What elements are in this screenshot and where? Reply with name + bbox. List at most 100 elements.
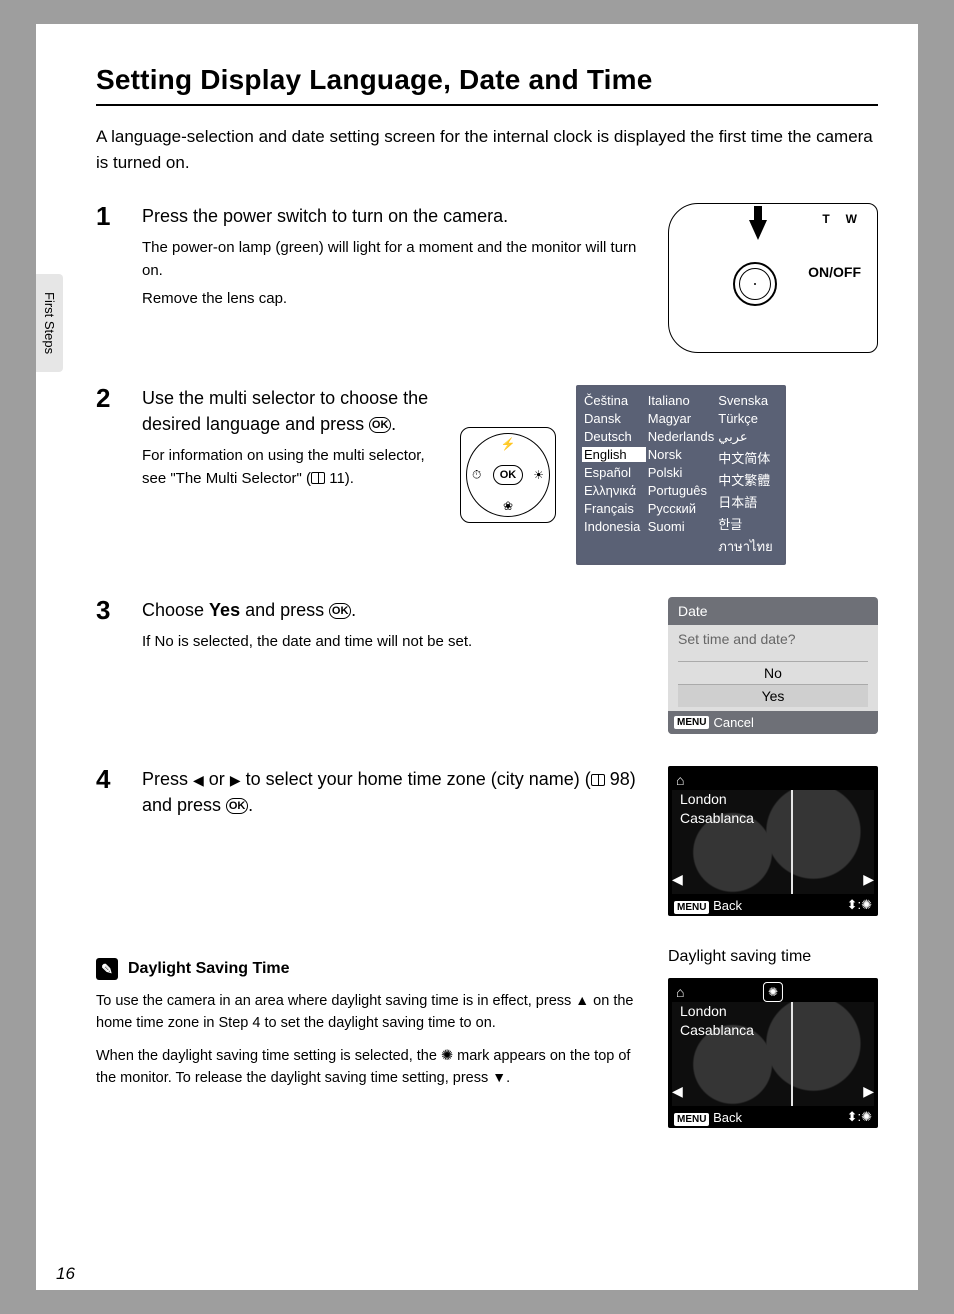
back-label: Back (713, 898, 742, 913)
right-arrow-icon: ▶ (863, 871, 874, 888)
timezone-screen-dst: ⌂ ✺ London Casablanca ◀ ▶ MENU Back ⬍:✺ (668, 978, 878, 1128)
multi-selector-diagram: ⚡ ❀ ⏱ ☀ (460, 427, 556, 523)
lang-item: Suomi (646, 519, 717, 534)
down-triangle-icon: ▼ (492, 1069, 506, 1085)
date-screen-question: Set time and date? (678, 631, 868, 647)
step-number: 4 (96, 766, 124, 792)
tz-city-labels: London Casablanca (680, 1002, 754, 1040)
text: . (391, 414, 396, 434)
text: . (506, 1070, 510, 1086)
lang-item: Español (582, 465, 646, 480)
manual-ref-icon (591, 774, 605, 786)
lang-item: 中文繁體 (716, 470, 780, 489)
home-icon: ⌂ (676, 984, 684, 1000)
back-label: Back (713, 1110, 742, 1125)
right-arrow-icon: ▶ (863, 1083, 874, 1100)
text: For information on using the multi selec… (142, 447, 425, 487)
text: If (142, 633, 155, 650)
ok-icon: OK (369, 417, 391, 433)
macro-icon: ❀ (503, 499, 513, 513)
self-timer-icon: ⏱ (472, 468, 481, 483)
text: Choose (142, 600, 209, 620)
step-3: 3 Choose Yes and press OK. If No is sele… (96, 597, 878, 734)
dst-toggle-hint-icon: ⬍:✺ (847, 1109, 872, 1125)
lang-item: Deutsch (582, 429, 646, 444)
step-1-title: Press the power switch to turn on the ca… (142, 203, 650, 229)
lang-item: Ελληνικά (582, 483, 646, 498)
dst-tip: ✎ Daylight Saving Time To use the camera… (96, 958, 650, 1090)
flash-icon: ⚡ (501, 437, 516, 451)
home-icon: ⌂ (676, 772, 684, 788)
ok-icon: OK (226, 798, 248, 814)
lang-item: Türkçe (716, 411, 780, 426)
ok-icon: OK (329, 603, 351, 619)
lang-item: Norsk (646, 447, 717, 462)
power-switch-diagram: T W ON/OFF (668, 203, 878, 353)
step-4: 4 Press ◀ or ▶ to select your home time … (96, 766, 878, 916)
language-col-1: Čeština Dansk Deutsch English Español Ελ… (582, 393, 646, 557)
lang-item: Русский (646, 501, 717, 516)
text: and press (240, 600, 329, 620)
step-number: 2 (96, 385, 124, 411)
tz-city-2: Casablanca (680, 809, 754, 828)
step-2: 2 Use the multi selector to choose the d… (96, 385, 878, 565)
date-option-no: No (678, 661, 868, 684)
left-arrow-icon: ◀ (672, 1083, 683, 1100)
menu-chip: MENU (674, 1113, 709, 1126)
text: Press (142, 769, 193, 789)
page-title: Setting Display Language, Date and Time (96, 64, 878, 106)
step-1: 1 Press the power switch to turn on the … (96, 203, 878, 353)
lang-item: Dansk (582, 411, 646, 426)
step-3-title: Choose Yes and press OK. (142, 597, 650, 623)
tip-paragraph-1: To use the camera in an area where dayli… (96, 990, 650, 1035)
step-1-detail-2: Remove the lens cap. (142, 288, 650, 311)
text-bold: No (155, 633, 174, 650)
side-tab: First Steps (36, 274, 63, 372)
lang-item: 한글 (716, 514, 780, 533)
tz-city-1: London (680, 1002, 754, 1021)
text: . (351, 600, 356, 620)
tip-paragraph-2: When the daylight saving time setting is… (96, 1045, 650, 1090)
step-number: 1 (96, 203, 124, 229)
zoom-t-label: T (822, 212, 829, 226)
tip-icon: ✎ (96, 958, 118, 980)
step-2-detail: For information on using the multi selec… (142, 445, 442, 490)
date-screen: Date Set time and date? No Yes MENU Canc… (668, 597, 878, 734)
tip-heading: Daylight Saving Time (128, 960, 290, 978)
date-option-yes: Yes (678, 684, 868, 707)
power-button-icon (733, 262, 777, 306)
text: To use the camera in an area where dayli… (96, 993, 575, 1009)
right-triangle-icon: ▶ (230, 772, 241, 788)
lang-item: عربي (716, 429, 780, 445)
menu-chip: MENU (674, 716, 709, 729)
lang-item: Nederlands (646, 429, 717, 444)
step-2-title: Use the multi selector to choose the des… (142, 385, 442, 437)
text: is selected, the date and time will not … (174, 633, 473, 650)
date-screen-header: Date (668, 597, 878, 625)
language-col-3: Svenska Türkçe عربي 中文简体 中文繁體 日本語 한글 ภาษ… (716, 393, 780, 557)
dst-screenshot-label: Daylight saving time (668, 948, 811, 966)
dst-indicator-icon: ✺ (763, 982, 783, 1002)
text: When the daylight saving time setting is… (96, 1048, 441, 1064)
zoom-w-label: W (846, 212, 857, 226)
cancel-label: Cancel (713, 715, 753, 730)
press-arrow-icon (749, 220, 767, 240)
tz-city-labels: London Casablanca (680, 790, 754, 828)
exposure-comp-icon: ☀ (533, 468, 544, 482)
step-1-detail-1: The power-on lamp (green) will light for… (142, 237, 650, 282)
lang-item: 中文简体 (716, 448, 780, 467)
lang-item: Svenska (716, 393, 780, 408)
lang-item: Português (646, 483, 717, 498)
lang-item: Magyar (646, 411, 717, 426)
tz-city-2: Casablanca (680, 1021, 754, 1040)
step-number: 3 (96, 597, 124, 623)
left-triangle-icon: ◀ (193, 772, 204, 788)
text: 11). (325, 470, 354, 487)
language-col-2: Italiano Magyar Nederlands Norsk Polski … (646, 393, 717, 557)
dst-mark-icon: ✺ (441, 1048, 453, 1064)
lang-item: ภาษาไทย (716, 536, 780, 557)
on-off-label: ON/OFF (808, 264, 861, 280)
intro-text: A language-selection and date setting sc… (96, 124, 878, 175)
text: to select your home time zone (city name… (241, 769, 591, 789)
lang-item: Français (582, 501, 646, 516)
